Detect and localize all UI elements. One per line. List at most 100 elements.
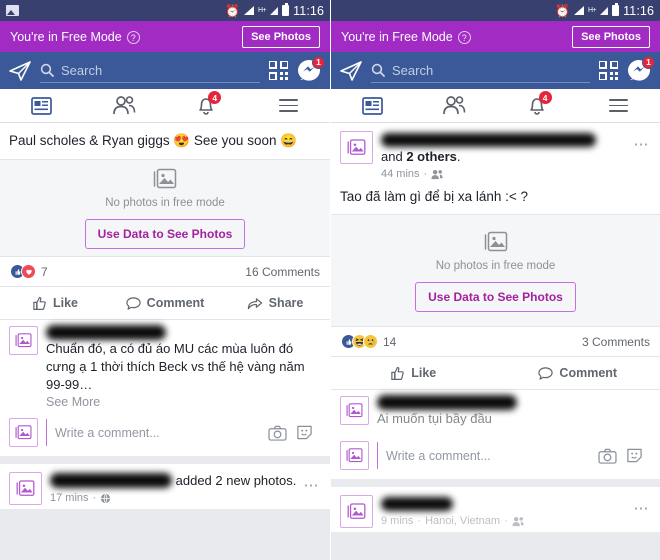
- comment-button[interactable]: Comment: [496, 366, 660, 381]
- photo-placeholder: No photos in free mode Use Data to See P…: [331, 214, 660, 327]
- signal-bars-icon-2: [600, 6, 609, 15]
- post-header: added 2 new photos. 17 mins · ⋯: [0, 464, 330, 509]
- avatar[interactable]: [340, 396, 369, 425]
- camera-icon[interactable]: [598, 448, 617, 464]
- post-options-button[interactable]: ⋯: [634, 135, 651, 153]
- comment-label: Comment: [146, 296, 205, 310]
- feed-divider: [0, 456, 330, 464]
- see-more-link[interactable]: See More: [46, 395, 321, 409]
- signal-bars-icon: [573, 6, 584, 15]
- reaction-row: 7 16 Comments: [0, 257, 330, 287]
- help-icon[interactable]: ?: [457, 31, 471, 44]
- avatar[interactable]: [340, 131, 373, 164]
- news-feed-left: Paul scholes & Ryan giggs 😍 See you soon…: [0, 123, 330, 509]
- post-options-button[interactable]: ⋯: [634, 499, 651, 517]
- messenger-icon[interactable]: 1: [297, 55, 325, 83]
- separator-dot: ·: [423, 168, 428, 180]
- avatar[interactable]: [9, 326, 38, 355]
- sidebar-item-notifications[interactable]: 4: [496, 89, 578, 122]
- notifications-badge: 4: [208, 91, 222, 104]
- post-author-line: [381, 496, 651, 512]
- sidebar-item-news-feed[interactable]: [0, 89, 83, 122]
- share-button[interactable]: Share: [220, 296, 330, 311]
- camera-icon[interactable]: [268, 425, 287, 441]
- see-photos-button[interactable]: See Photos: [572, 25, 650, 48]
- comment-input[interactable]: Write a comment...: [46, 419, 321, 446]
- comment-input-placeholder: Write a comment...: [55, 425, 160, 440]
- sidebar-item-menu[interactable]: [578, 89, 660, 122]
- post-card-1: and 2 others. 44 mins · ⋯ Tao đã làm gì …: [331, 123, 660, 479]
- paper-plane-icon[interactable]: [340, 60, 362, 81]
- search-input[interactable]: Search: [40, 59, 260, 83]
- sticker-icon[interactable]: [626, 447, 643, 464]
- redacted-commenter-name: [377, 395, 517, 410]
- friends-icon: [431, 169, 443, 180]
- comment-text: Ai muốn tụi bầy đầu: [377, 411, 492, 426]
- alarm-clock-icon: ⏰: [225, 3, 240, 18]
- separator-dot: ·: [417, 515, 422, 527]
- post-header: and 2 others. 44 mins · ⋯: [331, 123, 660, 184]
- sidebar-item-news-feed[interactable]: [331, 89, 413, 122]
- and-text: and: [381, 149, 403, 164]
- like-label: Like: [52, 296, 78, 310]
- help-icon[interactable]: ?: [126, 31, 140, 44]
- reaction-icons[interactable]: [10, 264, 36, 279]
- like-button[interactable]: Like: [0, 296, 110, 311]
- post-options-button[interactable]: ⋯: [304, 476, 321, 494]
- messenger-badge: 1: [642, 55, 655, 69]
- comment-input[interactable]: Write a comment...: [377, 442, 651, 469]
- post-location[interactable]: Hanoi, Vietnam: [425, 515, 500, 527]
- battery-icon: [282, 3, 290, 16]
- search-bar: Search 1: [0, 52, 330, 89]
- post-status-text: Tao đã làm gì để bị xa lánh :< ?: [340, 189, 528, 204]
- free-mode-label: You're in Free Mode: [341, 29, 453, 44]
- battery-icon: [612, 3, 620, 16]
- photo-stack-icon: [483, 230, 509, 254]
- avatar[interactable]: [340, 495, 373, 528]
- post-author-line: [381, 132, 651, 148]
- others-suffix: .: [456, 149, 461, 164]
- comment-text: Chuẩn đó, a có đủ áo MU các mùa luôn đó …: [46, 341, 305, 392]
- photo-placeholder-caption: No photos in free mode: [435, 259, 556, 272]
- timestamp-text: 17 mins: [50, 492, 89, 504]
- timestamp-text: 9 mins: [381, 515, 414, 527]
- paper-plane-icon[interactable]: [9, 60, 31, 81]
- like-button[interactable]: Like: [331, 366, 496, 381]
- messenger-icon[interactable]: 1: [627, 55, 655, 83]
- sticker-icon[interactable]: [296, 424, 313, 441]
- use-data-button[interactable]: Use Data to See Photos: [84, 219, 246, 249]
- search-input[interactable]: Search: [371, 59, 590, 83]
- photo-icon: [6, 5, 19, 16]
- avatar[interactable]: [9, 418, 38, 447]
- post-timestamp: 9 mins · Hanoi, Vietnam ·: [381, 515, 651, 527]
- globe-icon: [100, 493, 111, 504]
- comment-button[interactable]: Comment: [110, 296, 220, 311]
- sidebar-item-friends[interactable]: [83, 89, 166, 122]
- sidebar-item-friends[interactable]: [413, 89, 495, 122]
- post-author-line: added 2 new photos.: [50, 473, 321, 489]
- comment-composer: Write a comment...: [0, 411, 330, 456]
- comment-composer: Write a comment...: [331, 434, 660, 479]
- messenger-badge: 1: [312, 55, 325, 69]
- see-photos-button[interactable]: See Photos: [242, 25, 320, 48]
- post-cotagged-line: and 2 others.: [381, 149, 651, 165]
- avatar[interactable]: [340, 441, 369, 470]
- qr-code-icon[interactable]: [599, 61, 618, 80]
- network-type-label: H+: [257, 7, 267, 14]
- others-count[interactable]: 2 others: [406, 149, 457, 164]
- qr-code-icon[interactable]: [269, 61, 288, 80]
- comment-count[interactable]: 3 Comments: [582, 335, 650, 349]
- dual-screenshot-container: ⏰ H+ 11:16 You're in Free Mode ? See Pho…: [0, 0, 660, 560]
- signal-bars-icon-2: [270, 6, 279, 15]
- use-data-button[interactable]: Use Data to See Photos: [415, 281, 576, 312]
- sidebar-item-notifications[interactable]: 4: [165, 89, 248, 122]
- avatar[interactable]: [9, 472, 42, 505]
- search-icon: [40, 63, 54, 77]
- comment-count[interactable]: 16 Comments: [245, 265, 320, 279]
- sidebar-item-menu[interactable]: [248, 89, 331, 122]
- reaction-icons[interactable]: [341, 334, 378, 349]
- status-bar: ⏰ H+ 11:16: [0, 0, 330, 21]
- redacted-author-name: [50, 473, 172, 488]
- signal-bars-icon: [243, 6, 254, 15]
- redacted-author-name: [381, 133, 596, 147]
